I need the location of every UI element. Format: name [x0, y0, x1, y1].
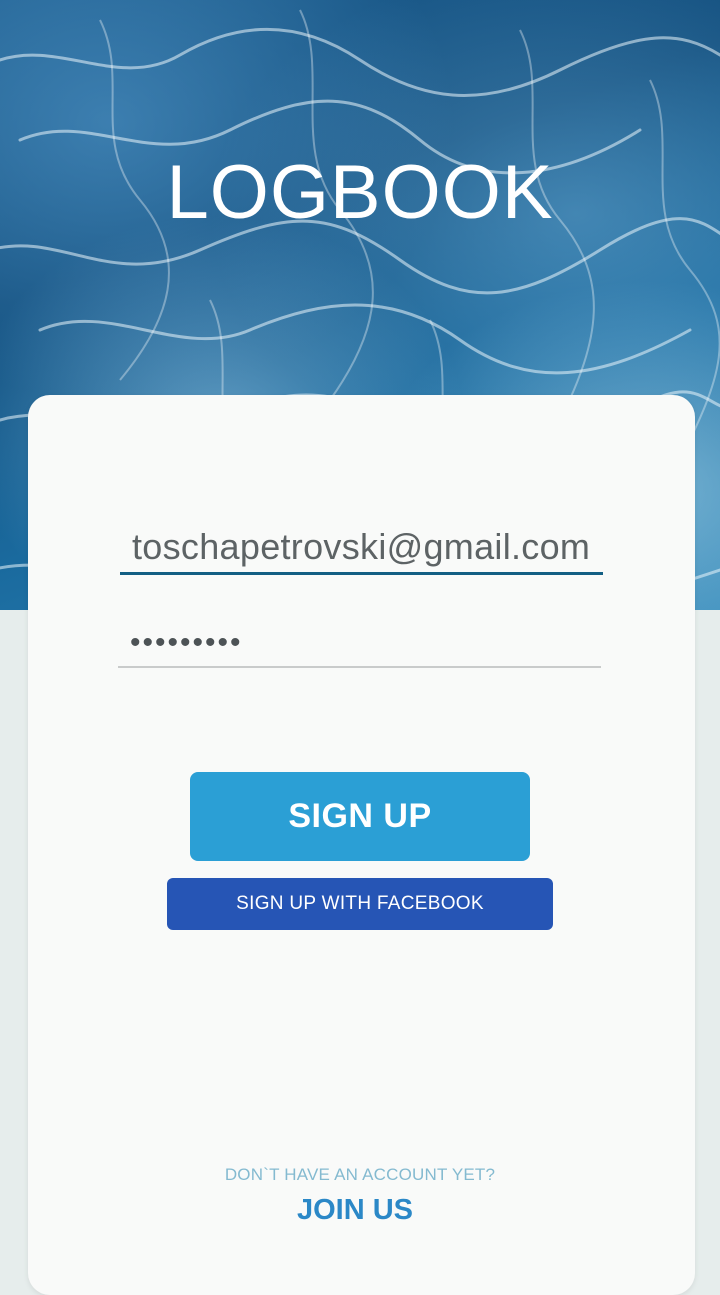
- join-us-link[interactable]: JOIN US: [0, 1194, 710, 1227]
- email-field[interactable]: [120, 522, 603, 575]
- email-input[interactable]: [120, 522, 603, 572]
- sign-up-button[interactable]: SIGN UP: [190, 772, 530, 861]
- password-field[interactable]: [118, 620, 601, 668]
- no-account-text: DON`T HAVE AN ACCOUNT YET?: [224, 1165, 496, 1184]
- password-input[interactable]: [118, 620, 601, 666]
- sign-up-with-facebook-button[interactable]: SIGN UP WITH FACEBOOK: [167, 878, 553, 930]
- app-title: LOGBOOK: [166, 150, 554, 235]
